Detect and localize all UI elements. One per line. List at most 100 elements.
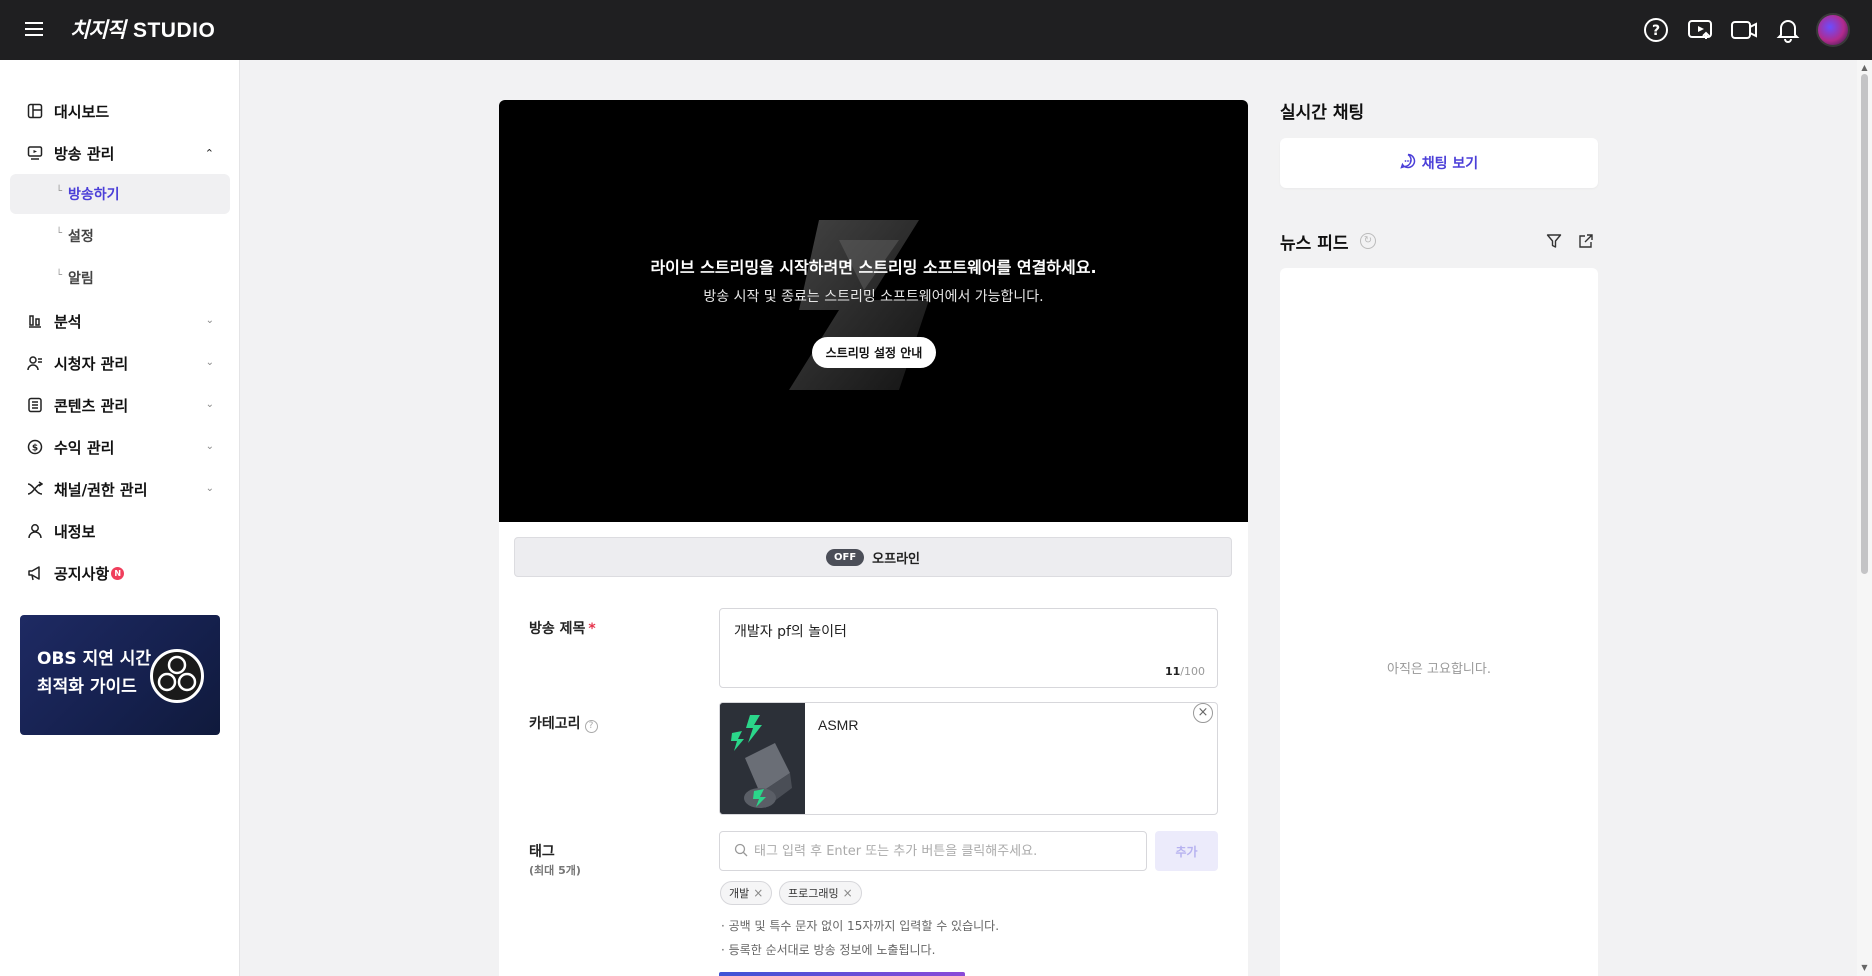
streaming-guide-button[interactable]: 스트리밍 설정 안내	[812, 337, 936, 368]
stream-connect-title: 라이브 스트리밍을 시작하려면 스트리밍 소프트웨어를 연결하세요.	[650, 258, 1097, 277]
broadcast-settings-card: OFF 오프라인 방송 제목 * 개발자 pf의 놀이터 11/100 카테고리?…	[499, 522, 1248, 976]
sidebar-subitem-label: 알림	[68, 271, 94, 287]
sidebar-item-label: 수익 관리	[54, 438, 115, 457]
news-feed-empty-text: 아직은 고요합니다.	[1387, 662, 1491, 677]
page-scrollbar[interactable]: ▲ ▼	[1857, 60, 1872, 976]
megaphone-icon	[26, 564, 44, 582]
refresh-icon[interactable]: ↻	[1360, 233, 1376, 249]
title-label-text: 방송 제목	[529, 621, 586, 637]
broadcast-icon	[26, 144, 44, 162]
sidebar-item-label: 콘텐츠 관리	[54, 396, 129, 415]
avatar[interactable]	[1816, 13, 1850, 47]
chevron-down-icon: ⌄	[205, 399, 214, 410]
sidebar-subitem-settings[interactable]: └ 설정	[10, 216, 230, 256]
chevron-down-icon: ⌄	[205, 357, 214, 368]
brand-logo-text: 치지직	[70, 18, 126, 42]
help-icon[interactable]: ?	[584, 720, 598, 733]
svg-text:?: ?	[1652, 23, 1660, 39]
help-icon[interactable]: ?	[1640, 14, 1672, 46]
chevron-down-icon: ⌄	[205, 441, 214, 452]
logo[interactable]: 치지직 STUDIO	[70, 14, 215, 44]
new-badge: N	[111, 566, 125, 580]
char-count: 11	[1164, 665, 1181, 678]
header-actions: ?	[1640, 13, 1850, 47]
sidebar-item-viewers[interactable]: 시청자 관리 ⌄	[10, 345, 230, 381]
tag-input[interactable]	[754, 843, 1144, 859]
chart-icon	[26, 312, 44, 330]
sidebar-item-label: 대시보드	[54, 102, 110, 121]
sidebar-item-my-info[interactable]: 내정보	[10, 513, 230, 549]
tree-branch-icon: └	[56, 270, 63, 281]
title-char-counter: 11/100	[1165, 665, 1205, 678]
sidebar-subitem-label: 방송하기	[68, 187, 120, 203]
clear-category-icon[interactable]: ×	[1193, 703, 1213, 723]
sidebar-item-label: 공지사항	[54, 564, 110, 583]
sidebar-item-content[interactable]: 콘텐츠 관리 ⌄	[10, 387, 230, 423]
menu-icon[interactable]	[22, 18, 46, 42]
person-icon	[26, 522, 44, 540]
sidebar: 대시보드 방송 관리 ⌃ └ 방송하기 └ 설정 └ 알림 분석 ⌄ 시청자 관…	[0, 60, 240, 976]
remove-tag-icon[interactable]: ×	[843, 886, 853, 900]
sidebar-item-analytics[interactable]: 분석 ⌄	[10, 303, 230, 339]
stream-preview: 라이브 스트리밍을 시작하려면 스트리밍 소프트웨어를 연결하세요. 방송 시작…	[499, 100, 1248, 522]
category-selector[interactable]: ASMR ×	[719, 702, 1218, 815]
sidebar-item-revenue[interactable]: $ 수익 관리 ⌄	[10, 429, 230, 465]
title-label: 방송 제목 *	[529, 618, 596, 638]
studio-label: STUDIO	[132, 19, 216, 42]
sidebar-item-broadcast[interactable]: 방송 관리 ⌃	[10, 135, 230, 171]
off-badge: OFF	[825, 548, 865, 566]
sidebar-item-notices[interactable]: 공지사항 N	[10, 555, 230, 591]
live-chat-title: 실시간 채팅	[1280, 103, 1365, 123]
category-thumbnail	[720, 703, 805, 814]
search-icon	[734, 842, 748, 861]
sidebar-item-label: 분석	[54, 312, 82, 331]
remove-tag-icon[interactable]: ×	[753, 886, 763, 900]
sidebar-item-label: 방송 관리	[54, 144, 115, 163]
content-icon	[26, 396, 44, 414]
tag-chip-label: 개발	[729, 887, 750, 900]
sidebar-item-channel-permissions[interactable]: 채널/권한 관리 ⌄	[10, 471, 230, 507]
broadcast-title-input[interactable]: 개발자 pf의 놀이터 11/100	[719, 608, 1218, 688]
sidebar-item-dashboard[interactable]: 대시보드	[10, 93, 230, 129]
tag-note: · 등록한 순서대로 방송 정보에 노출됩니다.	[721, 943, 936, 957]
scroll-down-arrow-icon[interactable]: ▼	[1860, 963, 1869, 972]
scrollbar-thumb[interactable]	[1861, 74, 1868, 574]
category-label: 카테고리?	[529, 713, 598, 733]
obs-guide-banner[interactable]: OBS 지연 시간 최적화 가이드	[20, 615, 220, 735]
category-name: ASMR	[818, 717, 859, 733]
tag-chip[interactable]: 개발 ×	[720, 881, 773, 905]
tag-input-field[interactable]	[719, 831, 1147, 871]
view-chat-label: 채팅 보기	[1421, 156, 1479, 172]
chevron-down-icon: ⌄	[205, 483, 214, 494]
scroll-up-arrow-icon[interactable]: ▲	[1860, 63, 1869, 72]
dollar-icon: $	[26, 438, 44, 456]
tree-branch-icon: └	[56, 228, 63, 239]
filter-icon[interactable]	[1543, 230, 1565, 252]
sidebar-subitem-go-live[interactable]: └ 방송하기	[10, 174, 230, 214]
sidebar-item-label: 시청자 관리	[54, 354, 129, 373]
chevron-up-icon: ⌃	[204, 147, 214, 160]
obs-guide-text: OBS 지연 시간 최적화 가이드	[37, 649, 152, 697]
category-label-text: 카테고리	[529, 716, 581, 732]
sidebar-item-label: 내정보	[54, 522, 96, 541]
thumbnail-preview-edge	[719, 972, 965, 976]
chat-icon	[1400, 153, 1416, 173]
shuffle-icon	[26, 480, 44, 498]
tag-chip-label: 프로그래밍	[788, 887, 839, 900]
sidebar-subitem-label: 설정	[68, 229, 94, 245]
add-tag-button[interactable]: 추가	[1155, 831, 1218, 871]
top-bar: 치지직 STUDIO ?	[0, 0, 1872, 60]
external-link-icon[interactable]	[1575, 230, 1597, 252]
camera-icon[interactable]	[1728, 14, 1760, 46]
upload-video-icon[interactable]	[1684, 14, 1716, 46]
bell-icon[interactable]	[1772, 14, 1804, 46]
tag-label: 태그	[529, 844, 555, 860]
stream-status-bar: OFF 오프라인	[514, 537, 1232, 577]
news-feed-panel: 아직은 고요합니다.	[1280, 268, 1598, 976]
tag-chip[interactable]: 프로그래밍 ×	[779, 881, 862, 905]
viewers-icon	[26, 354, 44, 372]
news-feed-title: 뉴스 피드	[1280, 234, 1349, 254]
stream-connect-subtitle: 방송 시작 및 종료는 스트리밍 소프트웨어에서 가능합니다.	[703, 289, 1044, 305]
view-chat-button[interactable]: 채팅 보기	[1280, 138, 1598, 188]
sidebar-subitem-alerts[interactable]: └ 알림	[10, 258, 230, 298]
